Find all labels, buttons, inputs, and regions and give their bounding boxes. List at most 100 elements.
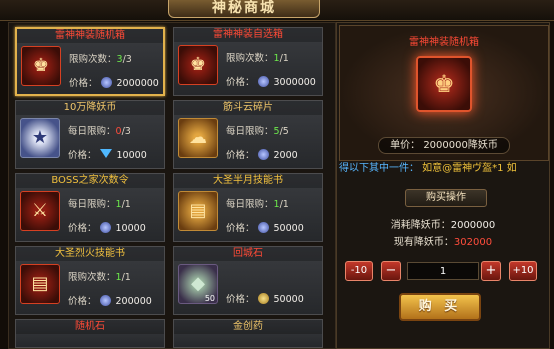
item-name: 筋斗云碎片 (174, 101, 322, 115)
buy-button[interactable]: 购 买 (399, 293, 481, 321)
item-name: 金创药 (174, 320, 322, 334)
return-stone-icon: ◆ 50 (178, 264, 218, 304)
price-row: 价格： 3000000 (226, 74, 316, 88)
limit-row: 每日限购：1/1 (68, 196, 131, 210)
item-name: BOSS之家次数令 (16, 174, 164, 188)
preview-item-name: 雷神神装随机箱 (409, 37, 479, 48)
price-value: 3000000 (273, 77, 316, 88)
thunder-god-chest-icon: ♚ (416, 56, 472, 112)
owned-label: 现有降妖币： (393, 237, 454, 248)
price-label: 价格： (226, 223, 255, 234)
limit-label: 每日限购： (226, 126, 274, 137)
ticker-prefix: 得以下其中一件： (339, 163, 419, 174)
limit-label: 每日限购： (68, 126, 116, 137)
limit-label: 每日限购： (68, 199, 116, 210)
limit-row: 限购次数：1/1 (68, 269, 131, 283)
item-quantity: 50 (204, 294, 215, 303)
price-row: 价格： 2000000 (69, 75, 159, 89)
quantity-input[interactable] (407, 262, 479, 280)
limit-label: 限购次数： (68, 272, 116, 283)
boss-home-token-icon: ⚔ (20, 191, 60, 231)
ticker-item: 如意@雷神ヴ盔*1 如 (419, 163, 517, 174)
price-value: 50000 (273, 294, 304, 305)
limit-row: 每日限购：1/1 (226, 196, 289, 210)
limit-row: 每日限购：5/5 (226, 123, 289, 137)
limit-label: 每日限购： (226, 199, 274, 210)
owned-row: 现有降妖币：302000 (337, 233, 549, 248)
price-label: 价格： (226, 77, 255, 88)
plus-ten-button[interactable]: +10 (509, 261, 537, 281)
window-title-box: 神秘商城 (168, 0, 320, 18)
price-value: 2000000 (116, 78, 159, 89)
owned-value: 302000 (453, 237, 493, 248)
limit-total: /3 (122, 54, 132, 65)
limit-total: /1 (279, 199, 289, 210)
limit-total: /1 (279, 53, 289, 64)
contents-ticker: 得以下其中一件： 如意@雷神ヴ盔*1 如 (339, 161, 547, 177)
fire-skill-book-icon: ▤ (20, 264, 60, 304)
item-card-fire-skill-book[interactable]: 大圣烈火技能书 ▤ 限购次数：1/1 价格： 200000 (15, 246, 165, 315)
price-label: 价格： (68, 150, 97, 161)
coin-icon (257, 76, 269, 87)
item-name: 大圣烈火技能书 (16, 247, 164, 261)
price-value: 200000 (115, 296, 152, 307)
limit-total: /1 (121, 272, 131, 283)
item-card-half-moon-skill-book[interactable]: 大圣半月技能书 ▤ 每日限购：1/1 价格： 50000 (173, 173, 323, 242)
price-value: 2000 (273, 150, 298, 161)
limit-row: 每日限购：0/3 (68, 123, 131, 137)
item-card-return-stone[interactable]: 回城石 ◆ 50 价格： 50000 (173, 246, 323, 315)
cost-value: 2000000 (450, 220, 496, 231)
cost-row: 消耗降妖币：2000000 (337, 216, 549, 231)
price-value: 10000 (115, 223, 146, 234)
price-row: 价格： 10000 (68, 220, 146, 234)
item-card-thunder-random-chest[interactable]: 雷神神装随机箱 ♚ 限购次数：3/3 价格： 2000000 (15, 27, 165, 96)
diamond-icon (99, 149, 112, 158)
coin-icon (99, 295, 111, 306)
item-name: 大圣半月技能书 (174, 174, 322, 188)
price-row: 价格： 50000 (226, 291, 304, 305)
thunder-god-chest-icon: ♚ (21, 46, 61, 86)
price-label: 价格： (69, 78, 98, 89)
item-name: 雷神神装随机箱 (17, 29, 163, 43)
price-label: 价格： (226, 294, 255, 305)
limit-row: 限购次数：3/3 (69, 51, 132, 65)
purchase-header: 购买操作 (405, 189, 487, 207)
coin-icon (100, 77, 112, 88)
price-label: 价格： (68, 296, 97, 307)
price-row: 价格： 10000 (68, 147, 147, 161)
item-name: 10万降妖币 (16, 101, 164, 115)
price-value: 50000 (273, 223, 304, 234)
price-label: 价格： (68, 223, 97, 234)
unit-price: 单价： 2000000降妖币 (378, 137, 510, 154)
item-card-cloud-fragment[interactable]: 筋斗云碎片 ☁ 每日限购：5/5 价格： 2000 (173, 100, 323, 169)
item-card-random-stone[interactable]: 随机石 (15, 319, 165, 348)
minus-ten-button[interactable]: -10 (345, 261, 373, 281)
item-card-demon-coin[interactable]: 10万降妖币 ★ 每日限购：0/3 价格： 10000 (15, 100, 165, 169)
skill-book-icon: ▤ (178, 191, 218, 231)
title-bar: 神秘商城 (0, 0, 554, 21)
item-card-healing-potion[interactable]: 金创药 (173, 319, 323, 348)
limit-total: /3 (121, 126, 131, 137)
limit-row: 限购次数：1/1 (226, 50, 289, 64)
gold-coin-icon (257, 293, 269, 304)
item-name: 雷神神装自选箱 (174, 28, 322, 42)
limit-total: /5 (279, 126, 289, 137)
minus-button[interactable]: − (381, 261, 401, 281)
item-grid: 雷神神装随机箱 ♚ 限购次数：3/3 价格： 2000000 雷神神装自选箱 ♚ … (8, 22, 336, 349)
price-row: 价格： 2000 (226, 147, 298, 161)
item-preview: 雷神神装随机箱 ♚ 单价： 2000000降妖币 (339, 25, 549, 161)
demon-coin-icon: ★ (20, 118, 60, 158)
item-card-boss-home-token[interactable]: BOSS之家次数令 ⚔ 每日限购：1/1 价格： 10000 (15, 173, 165, 242)
item-card-thunder-select-chest[interactable]: 雷神神装自选箱 ♚ 限购次数：1/1 价格： 3000000 (173, 27, 323, 96)
price-label: 价格： (226, 150, 255, 161)
coin-icon (257, 149, 269, 160)
price-row: 价格： 50000 (226, 220, 304, 234)
window-title: 神秘商城 (212, 0, 276, 16)
limit-total: /1 (121, 199, 131, 210)
cloud-fragment-icon: ☁ (178, 118, 218, 158)
price-row: 价格： 200000 (68, 293, 152, 307)
thunder-god-select-chest-icon: ♚ (178, 45, 218, 85)
detail-panel: 雷神神装随机箱 ♚ 单价： 2000000降妖币 得以下其中一件： 如意@雷神ヴ… (336, 22, 550, 349)
plus-button[interactable]: + (481, 261, 501, 281)
cost-label: 消耗降妖币： (390, 220, 451, 231)
